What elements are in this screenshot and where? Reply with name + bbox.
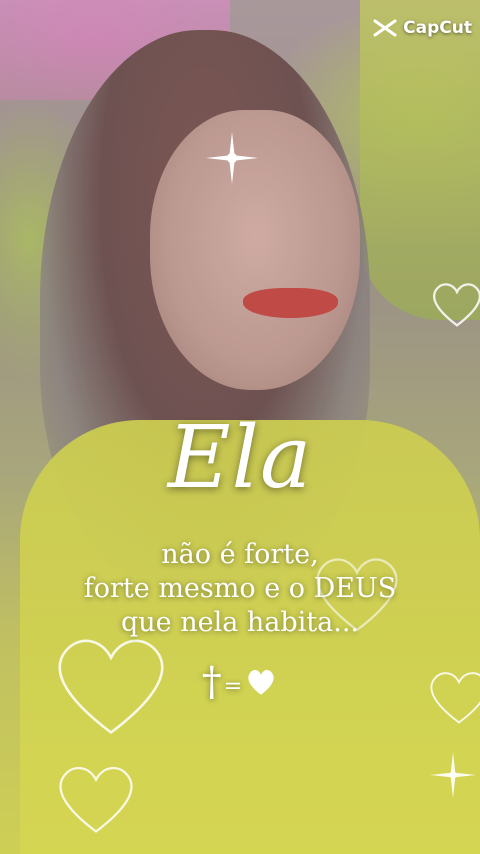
capcut-logo-icon — [373, 19, 397, 37]
cross-icon: † — [201, 659, 222, 705]
sparkle-icon — [206, 132, 258, 184]
overlay-title: Ela — [167, 408, 313, 508]
message-line: que nela habita... — [120, 607, 360, 638]
sparkle-icon — [430, 752, 476, 798]
message-line: não é forte, — [161, 539, 319, 570]
overlay-message: não é forte, forte mesmo e o DEUS que ne… — [0, 538, 480, 640]
capcut-watermark: CapCut — [373, 18, 472, 38]
heart-outline-icon — [433, 283, 480, 327]
heart-outline-icon — [59, 767, 133, 833]
heart-filled-icon — [248, 670, 274, 695]
watermark-label: CapCut — [403, 18, 472, 38]
message-line: forte mesmo e o DEUS — [83, 573, 397, 604]
cross-equals-heart: † = — [0, 662, 480, 702]
equals-sign: = — [223, 673, 243, 699]
